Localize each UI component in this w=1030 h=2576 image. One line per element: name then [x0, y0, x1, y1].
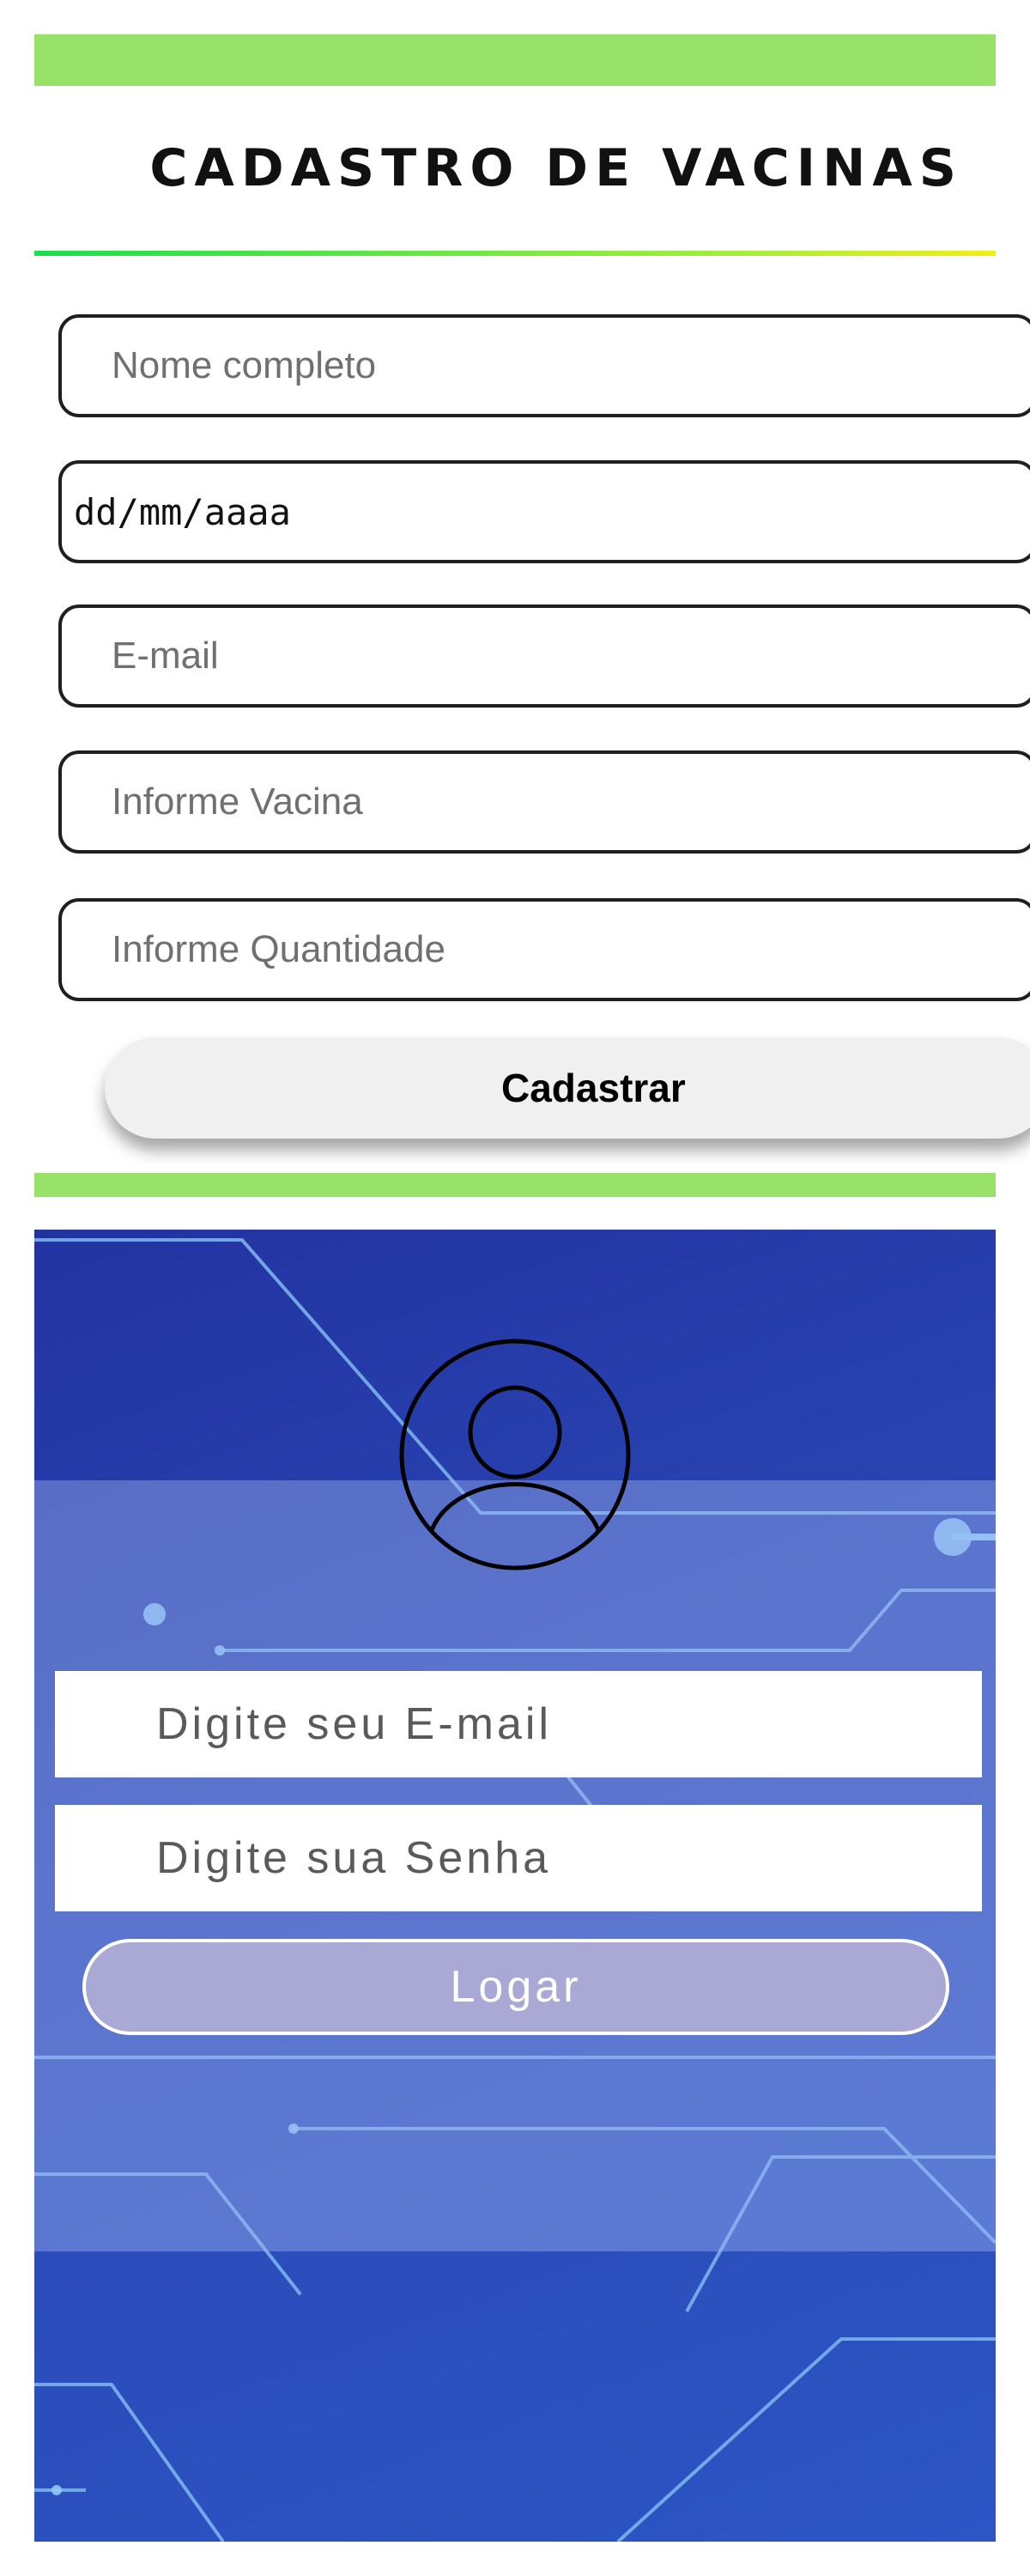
login-password-input[interactable]	[55, 1805, 982, 1911]
birth-date-field-wrapper: dd/mm/aaaa	[58, 460, 1030, 563]
email-field-wrapper	[58, 605, 1030, 708]
footer-accent-bar	[34, 1173, 996, 1197]
page-title: CADASTRO DE VACINAS	[149, 138, 963, 198]
full-name-field-wrapper	[58, 314, 1030, 417]
vaccine-registration-form: CADASTRO DE VACINAS dd/mm/aaaa Cadastrar	[0, 0, 1030, 1202]
login-email-field	[55, 1671, 982, 1777]
login-password-field	[55, 1805, 982, 1911]
vaccine-input[interactable]	[62, 754, 1030, 850]
quantity-field-wrapper	[58, 898, 1030, 1001]
login-button[interactable]: Logar	[82, 1939, 949, 2035]
register-button[interactable]: Cadastrar	[105, 1037, 1030, 1139]
register-button-label: Cadastrar	[501, 1066, 686, 1110]
full-name-input[interactable]	[62, 318, 1030, 414]
login-section: Logar	[34, 1230, 996, 2542]
email-input[interactable]	[62, 608, 1030, 704]
birth-date-input[interactable]: dd/mm/aaaa	[74, 464, 291, 560]
login-email-input[interactable]	[55, 1671, 982, 1777]
user-circle-icon	[399, 1339, 631, 1571]
quantity-input[interactable]	[62, 902, 1030, 998]
title-divider	[34, 251, 996, 256]
vaccine-field-wrapper	[58, 750, 1030, 854]
